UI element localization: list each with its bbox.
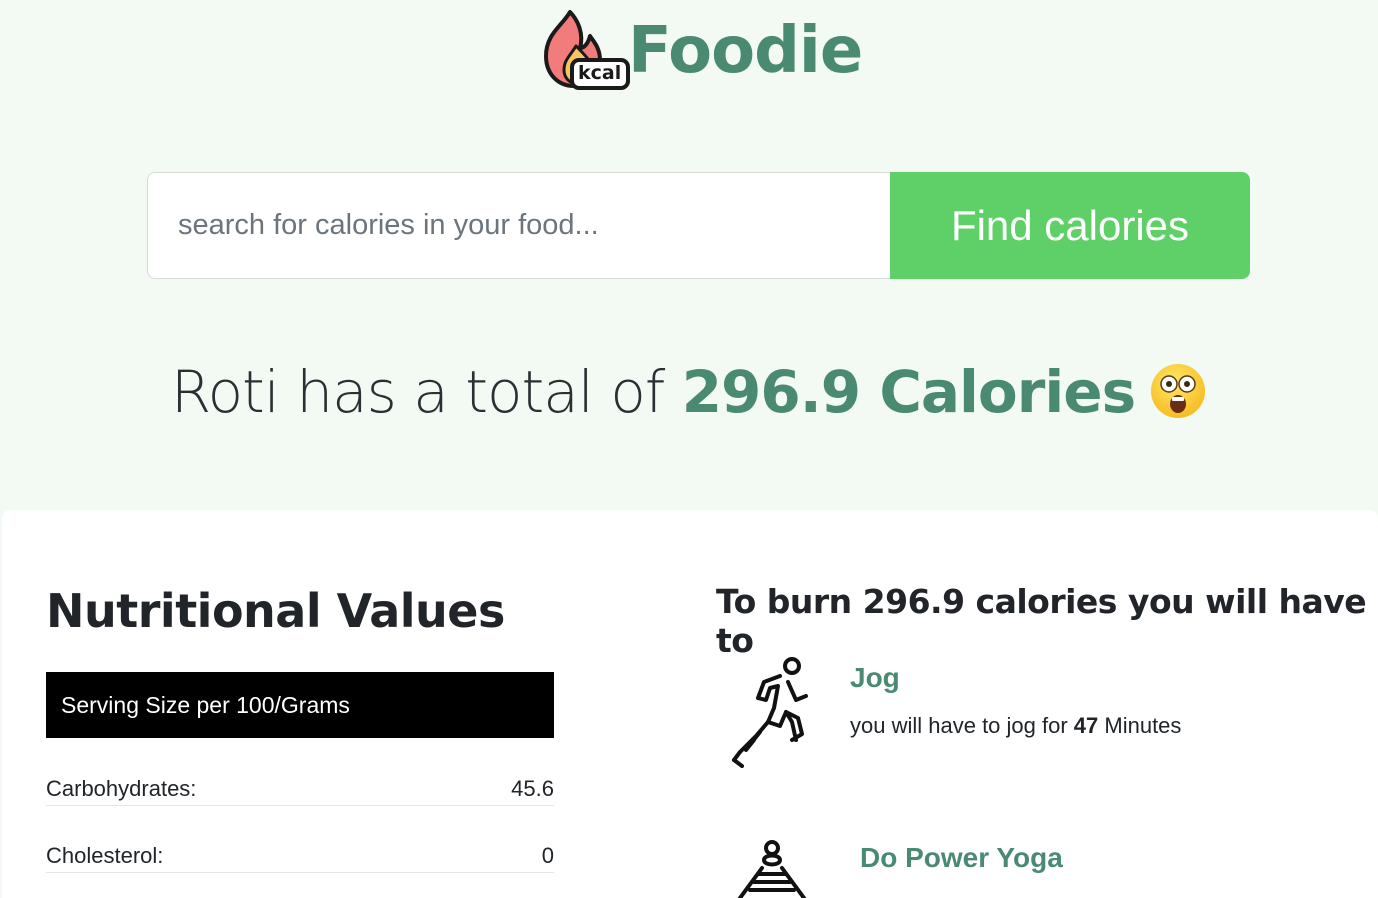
total-prefix: Roti has a total of: [170, 358, 682, 426]
shocked-face-icon: [1149, 362, 1207, 420]
runner-icon: [728, 656, 814, 773]
activity-name: Do Power Yoga: [860, 842, 1063, 873]
calorie-value: 296.9 Calories: [681, 358, 1136, 426]
nutrient-value: 45.6: [511, 775, 554, 801]
activity-name: Jog: [850, 662, 900, 693]
activity-description: you will have to jog for 47 Minutes: [850, 713, 1181, 739]
yoga-icon: [734, 838, 810, 898]
nutrient-row: Cholesterol: 0: [46, 839, 554, 873]
brand-name: Foodie: [628, 14, 863, 88]
nutrient-row: Carbohydrates: 45.6: [46, 772, 554, 806]
search-input[interactable]: [147, 172, 890, 279]
find-calories-button[interactable]: Find calories: [890, 172, 1250, 279]
activity-desc-suffix: Minutes: [1098, 713, 1182, 738]
flame-icon: kcal: [540, 4, 632, 92]
activity-desc-prefix: you will have to jog for: [850, 713, 1074, 738]
search-bar: Find calories: [147, 172, 1250, 279]
nutrient-value: 0: [541, 842, 554, 868]
serving-size-header: Serving Size per 100/Grams: [46, 672, 554, 738]
burn-title: To burn 296.9 calories you will have to: [716, 582, 1367, 660]
nutrient-label: Carbohydrates:: [46, 775, 197, 801]
calorie-total: Roti has a total of 296.9 Calories: [0, 358, 1378, 426]
kcal-badge: kcal: [578, 62, 622, 84]
brand-logo[interactable]: kcal Foodie: [540, 4, 863, 92]
activity-amount: 47: [1073, 713, 1099, 738]
nutrient-label: Cholesterol:: [46, 842, 164, 868]
nutrition-title: Nutritional Values: [46, 584, 505, 638]
